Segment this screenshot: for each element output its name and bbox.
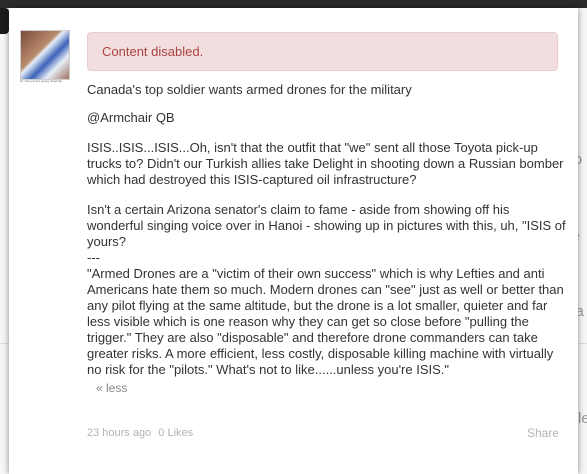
comment-mention: @Armchair QB (87, 110, 175, 125)
comment-separator: --- (87, 250, 100, 265)
content-disabled-alert: Content disabled. (87, 32, 558, 71)
mouse-cursor-icon (0, 8, 9, 34)
share-button[interactable]: Share (527, 426, 559, 440)
comment-popup: Hr. Nevo and a young Israel fan Content … (9, 8, 578, 474)
comment-timestamp[interactable]: 23 hours ago (87, 427, 151, 439)
likes-count[interactable]: 0 Likes (158, 427, 193, 439)
comment-paragraph: Isn't a certain Arizona senator's claim … (87, 202, 566, 249)
comment-paragraph: "Armed Drones are a "victim of their own… (87, 266, 564, 377)
comment-title: Canada's top soldier wants armed drones … (87, 82, 412, 97)
avatar-caption: Hr. Nevo and a young Israel fan (20, 80, 63, 83)
comment-body: Canada's top soldier wants armed drones … (87, 82, 567, 396)
top-bar (0, 0, 587, 8)
avatar[interactable] (20, 30, 70, 80)
show-less-link[interactable]: « less (96, 380, 567, 396)
comment-paragraph: ISIS..ISIS...ISIS...Oh, isn't that the o… (87, 140, 564, 187)
comment-meta: 23 hours ago 0 Likes (87, 427, 197, 439)
